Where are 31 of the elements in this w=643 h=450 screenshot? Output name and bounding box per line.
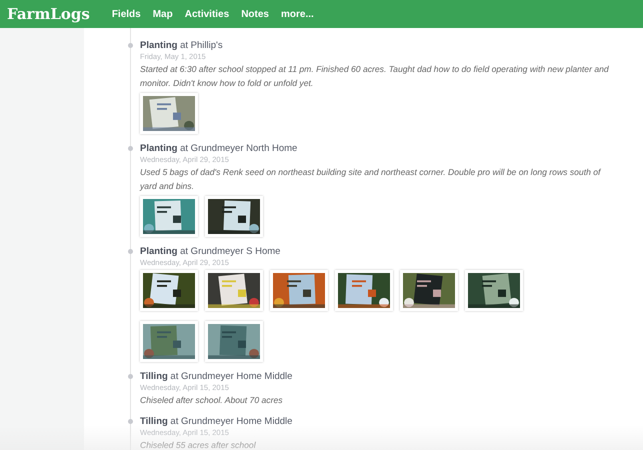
photo-thumbnail[interactable] bbox=[335, 270, 393, 311]
activity-note: Used 5 bags of dad's Renk seed on northeast building site and northeast corner. Double pro will be on long rows south of yard and bins. bbox=[140, 166, 602, 193]
activity-title[interactable]: Tilling at Grundmeyer Home Middle bbox=[140, 371, 643, 382]
activity-note: Started at 6:30 after school stopped at 11 pm. Finished 60 acres. Taught dad how to do field operating with new planter and monitor. Didn't know how to fold or unfold yet. bbox=[140, 63, 610, 90]
logo[interactable]: FarmLogs bbox=[7, 5, 90, 23]
nav-link[interactable]: Activities bbox=[184, 8, 230, 20]
activity-title[interactable]: Planting at Grundmeyer S Home bbox=[140, 246, 643, 257]
photo-thumbnail[interactable] bbox=[140, 196, 198, 237]
photo-thumbnail[interactable] bbox=[140, 270, 198, 311]
timeline-dot bbox=[128, 419, 133, 424]
timeline-dot bbox=[128, 43, 133, 48]
photo-thumbnail[interactable] bbox=[205, 321, 263, 362]
photo-thumbnail[interactable] bbox=[205, 196, 263, 237]
timeline-dot bbox=[128, 146, 133, 151]
timeline-dot bbox=[128, 374, 133, 379]
nav-link[interactable]: Fields bbox=[112, 8, 141, 20]
photo-thumbnail[interactable] bbox=[205, 270, 263, 311]
photo-thumbnail[interactable] bbox=[400, 270, 458, 311]
photo-thumbnail[interactable] bbox=[140, 321, 198, 362]
activity-note: Chiseled 55 acres after school bbox=[140, 439, 257, 450]
photo-thumbnail[interactable] bbox=[465, 270, 523, 311]
activity-note: Chiseled after school. About 70 acres bbox=[140, 394, 284, 407]
activity-title[interactable]: Tilling at Grundmeyer Home Middle bbox=[140, 416, 643, 427]
activity-title[interactable]: Planting at Grundmeyer North Home bbox=[140, 143, 643, 154]
activity-title[interactable]: Planting at Phillip's bbox=[140, 40, 643, 51]
nav-link[interactable]: Notes bbox=[241, 8, 269, 20]
nav-link[interactable]: more... bbox=[280, 8, 314, 20]
nav-link[interactable]: Map bbox=[152, 8, 173, 20]
timeline-dot bbox=[128, 249, 133, 254]
photo-thumbnail[interactable] bbox=[140, 93, 198, 134]
photo-thumbnail[interactable] bbox=[270, 270, 328, 311]
